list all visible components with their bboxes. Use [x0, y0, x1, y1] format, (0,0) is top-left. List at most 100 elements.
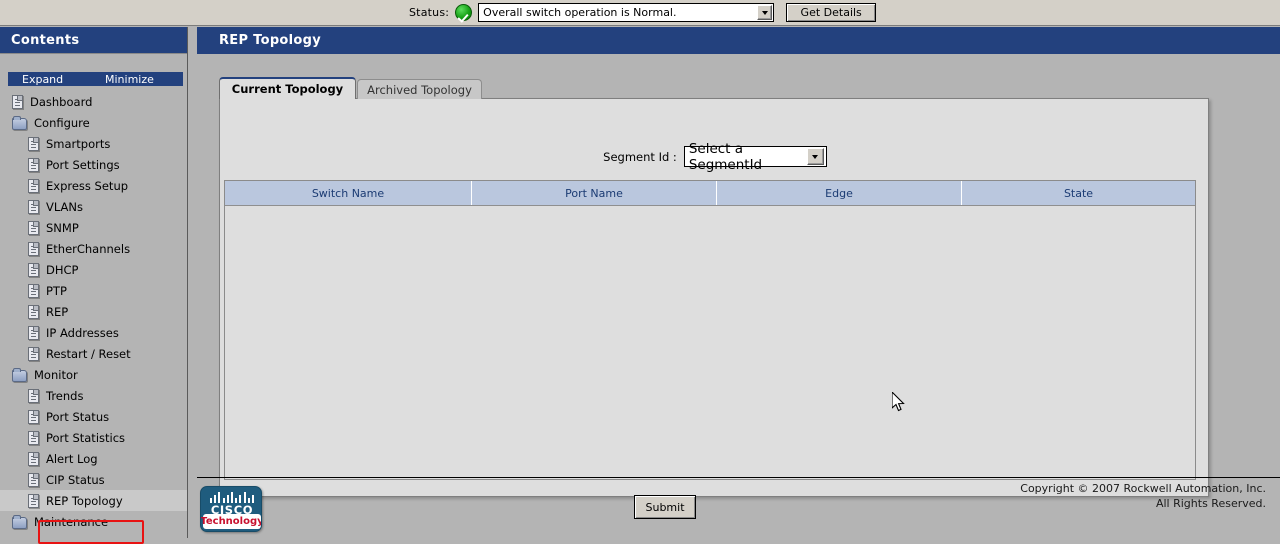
- sidebar-item-monitor[interactable]: Monitor: [0, 364, 187, 385]
- cisco-technology-logo: CISCO Technology: [200, 486, 262, 532]
- sidebar-item-dhcp[interactable]: DHCP: [0, 259, 187, 280]
- sidebar-item-rep-topology[interactable]: REP Topology: [0, 490, 187, 511]
- minimize-link[interactable]: Minimize: [105, 73, 154, 86]
- status-dropdown-value: Overall switch operation is Normal.: [483, 6, 677, 19]
- sidebar-item-rep[interactable]: REP: [0, 301, 187, 322]
- file-icon: [28, 472, 39, 487]
- sidebar-item-vlans[interactable]: VLANs: [0, 196, 187, 217]
- main-panel: REP Topology Current Topology Archived T…: [197, 27, 1280, 538]
- file-icon: [28, 451, 39, 466]
- file-icon: [28, 136, 39, 151]
- sidebar-item-dashboard[interactable]: Dashboard: [0, 91, 187, 112]
- sidebar: Contents Expand Minimize Dashboard Config…: [0, 27, 188, 544]
- sidebar-item-label: Maintenance: [34, 514, 109, 529]
- file-icon: [28, 262, 39, 277]
- segment-id-value: Select a SegmentId: [688, 140, 763, 173]
- folder-icon: [12, 367, 27, 382]
- column-header-state: State: [1063, 186, 1094, 200]
- expand-link[interactable]: Expand: [22, 73, 63, 86]
- cisco-technology-label: Technology: [200, 514, 262, 529]
- column-header-switch-name: Switch Name: [225, 181, 472, 205]
- chevron-down-icon[interactable]: [757, 5, 773, 20]
- mouse-cursor: [892, 392, 905, 412]
- file-icon: [28, 199, 39, 214]
- page-title: REP Topology: [197, 27, 1280, 54]
- topology-table-body: [225, 205, 1195, 479]
- sidebar-item-label: Trends: [46, 388, 84, 403]
- file-icon: [28, 430, 39, 445]
- chevron-down-icon[interactable]: [806, 148, 824, 165]
- sidebar-item-ptp[interactable]: PTP: [0, 280, 187, 301]
- status-label: Status:: [409, 6, 450, 19]
- file-icon: [28, 241, 39, 256]
- file-icon: [28, 493, 39, 508]
- tab-current-topology[interactable]: Current Topology: [219, 77, 356, 99]
- sidebar-item-label: EtherChannels: [46, 241, 131, 256]
- tab-archived-topology[interactable]: Archived Topology: [357, 79, 482, 99]
- status-bar: Status: Overall switch operation is Norm…: [0, 0, 1280, 26]
- sidebar-item-label: Restart / Reset: [46, 346, 131, 361]
- sidebar-item-maintenance[interactable]: Maintenance: [0, 511, 187, 532]
- sidebar-item-configure[interactable]: Configure: [0, 112, 187, 133]
- sidebar-item-label: CIP Status: [46, 472, 105, 487]
- sidebar-spacer: [0, 54, 187, 72]
- get-details-button[interactable]: Get Details: [786, 3, 877, 22]
- column-header-edge: Edge: [717, 181, 962, 205]
- sidebar-item-port-settings[interactable]: Port Settings: [0, 154, 187, 175]
- sidebar-item-label: REP Topology: [46, 493, 123, 508]
- sidebar-item-label: Configure: [34, 115, 90, 130]
- cisco-bars-icon: [210, 492, 254, 503]
- sidebar-item-port-statistics[interactable]: Port Statistics: [0, 427, 187, 448]
- copyright-text: Copyright © 2007 Rockwell Automation, In…: [1020, 481, 1266, 511]
- sidebar-item-snmp[interactable]: SNMP: [0, 217, 187, 238]
- sidebar-item-label: Alert Log: [46, 451, 98, 466]
- sidebar-item-express-setup[interactable]: Express Setup: [0, 175, 187, 196]
- segment-id-label: Segment Id :: [603, 149, 677, 164]
- sidebar-item-etherchannels[interactable]: EtherChannels: [0, 238, 187, 259]
- segment-id-dropdown[interactable]: Select a SegmentId: [683, 141, 827, 173]
- sidebar-item-label: Port Status: [46, 409, 110, 424]
- sidebar-item-label: Monitor: [34, 367, 78, 382]
- file-icon: [28, 283, 39, 298]
- sidebar-item-label: IP Addresses: [46, 325, 119, 340]
- sidebar-item-port-status[interactable]: Port Status: [0, 406, 187, 427]
- sidebar-item-label: DHCP: [46, 262, 79, 277]
- sidebar-item-label: VLANs: [46, 199, 83, 214]
- main-title-bar: REP Topology: [197, 27, 1280, 54]
- topology-table-header: Switch Name Port Name Edge State: [225, 181, 1195, 205]
- sidebar-item-label: Port Statistics: [46, 430, 126, 445]
- file-icon: [28, 220, 39, 235]
- folder-icon: [12, 115, 27, 130]
- file-icon: [28, 178, 39, 193]
- sidebar-title: Contents: [0, 27, 187, 54]
- file-icon: [28, 157, 39, 172]
- sidebar-item-label: Port Settings: [46, 157, 120, 172]
- sidebar-item-label: Express Setup: [46, 178, 129, 193]
- folder-icon: [12, 514, 27, 529]
- segment-id-row: Segment Id : Select a SegmentId: [220, 141, 1210, 173]
- sidebar-item-restart-reset[interactable]: Restart / Reset: [0, 343, 187, 364]
- file-icon: [12, 94, 23, 109]
- status-dropdown[interactable]: Overall switch operation is Normal.: [478, 3, 775, 22]
- sidebar-item-trends[interactable]: Trends: [0, 385, 187, 406]
- column-header-port-name: Port Name: [472, 181, 717, 205]
- sidebar-item-label: Dashboard: [30, 94, 93, 109]
- sidebar-nav-list: Dashboard Configure Smartports Port Setting…: [0, 91, 187, 532]
- sidebar-item-label: PTP: [46, 283, 67, 298]
- sidebar-item-label: SNMP: [46, 220, 79, 235]
- green-check-icon: [455, 4, 473, 21]
- sidebar-item-cip-status[interactable]: CIP Status: [0, 469, 187, 490]
- copyright-line-1: Copyright © 2007 Rockwell Automation, In…: [1020, 482, 1266, 495]
- sidebar-item-smartports[interactable]: Smartports: [0, 133, 187, 154]
- file-icon: [28, 388, 39, 403]
- file-icon: [28, 304, 39, 319]
- sidebar-item-ip-addresses[interactable]: IP Addresses: [0, 322, 187, 343]
- submit-button[interactable]: Submit: [634, 495, 696, 519]
- copyright-line-2: All Rights Reserved.: [1155, 497, 1266, 510]
- tab-strip: Current Topology Archived Topology: [219, 77, 1232, 99]
- topology-table: Switch Name Port Name Edge State: [224, 180, 1196, 480]
- sidebar-item-label: REP: [46, 304, 69, 319]
- sidebar-item-alert-log[interactable]: Alert Log: [0, 448, 187, 469]
- file-icon: [28, 325, 39, 340]
- file-icon: [28, 346, 39, 361]
